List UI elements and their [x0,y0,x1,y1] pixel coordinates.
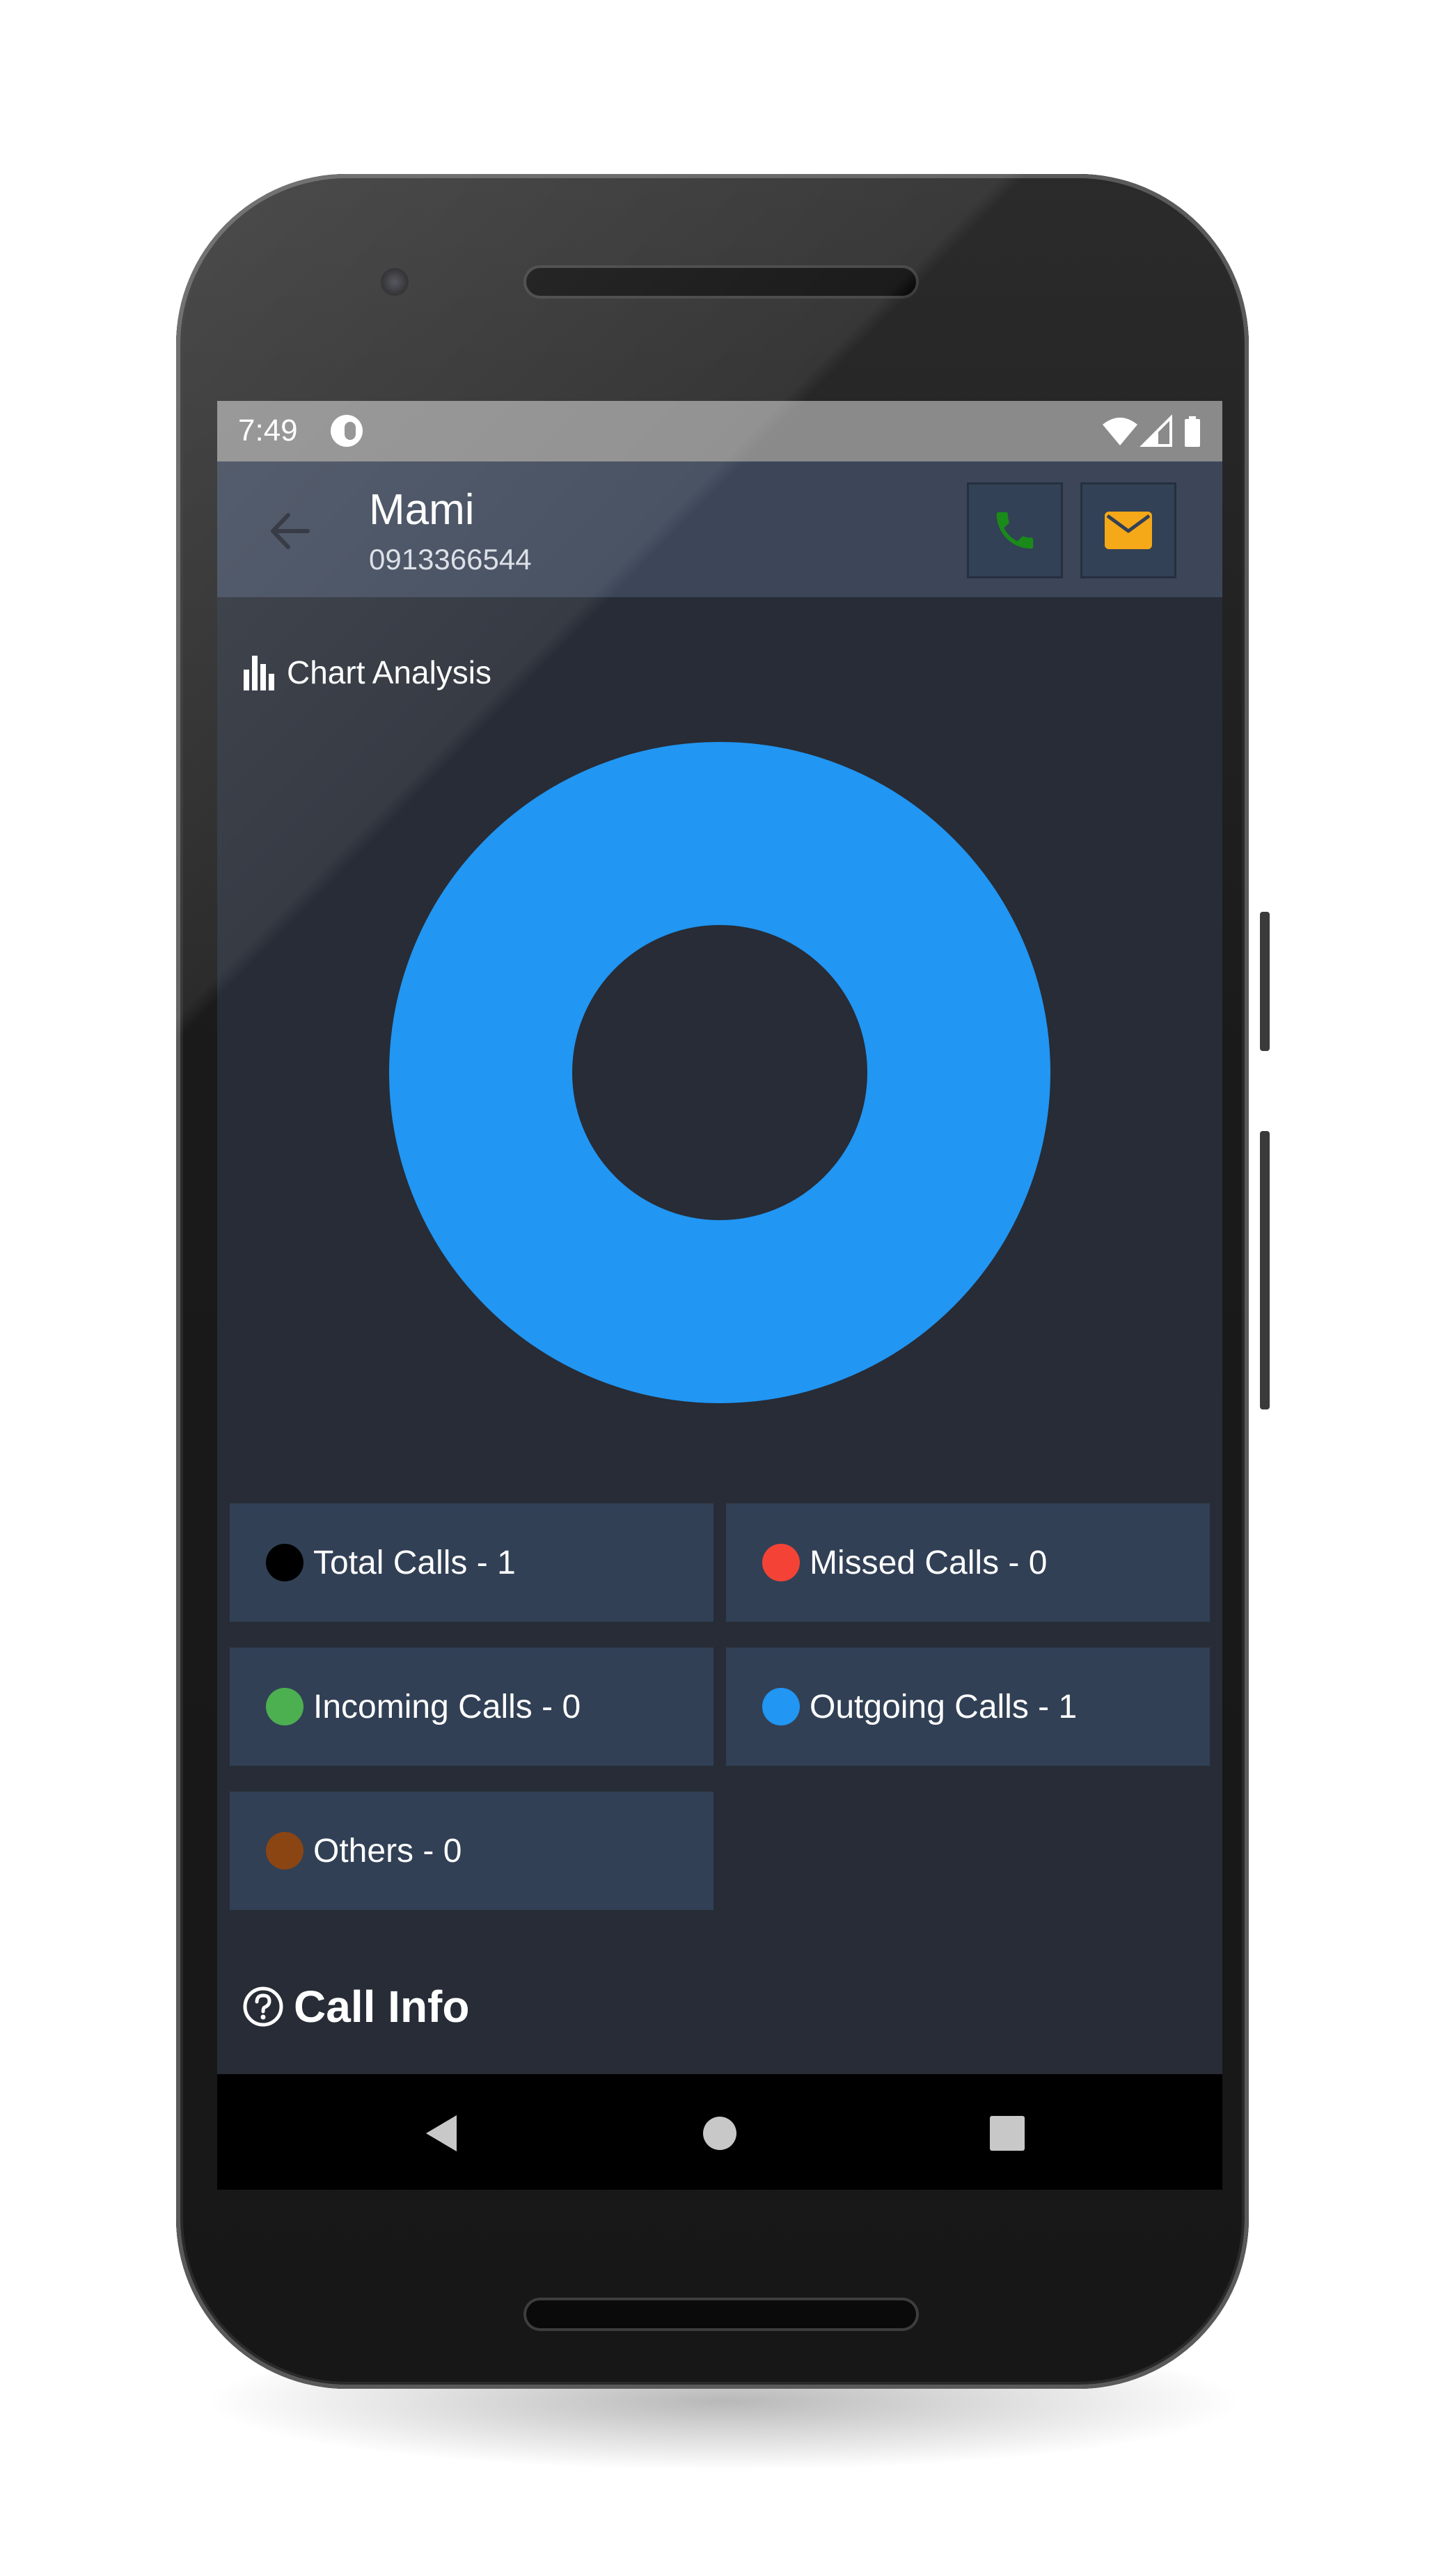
back-button[interactable] [259,500,322,562]
help-circle-icon [243,1986,283,2027]
legend-dot-incoming [266,1688,303,1725]
message-button[interactable] [1080,482,1176,578]
legend-label-others: Others - 0 [313,1832,462,1870]
home-circle-icon [703,2117,736,2150]
legend-dot-total [266,1544,303,1581]
chart-analysis-title: Chart Analysis [287,654,492,690]
legend-missed-calls: Missed Calls - 0 [726,1503,1210,1622]
contact-name: Mami [369,486,475,534]
top-speaker [526,268,916,296]
app-notification-icon [331,415,363,447]
status-icons [1101,415,1206,448]
volume-button [1260,1131,1270,1409]
chart-analysis-header: Chart Analysis [244,653,491,692]
legend-label-missed: Missed Calls - 0 [810,1544,1048,1581]
legend-dot-others [266,1832,303,1870]
legend-label-total: Total Calls - 1 [313,1544,516,1581]
legend-label-outgoing: Outgoing Calls - 1 [810,1688,1078,1725]
nav-home-button[interactable] [688,2102,751,2165]
nav-back-button[interactable] [410,2102,473,2165]
legend-dot-missed [762,1544,800,1581]
app-screen: 7:49 Mami 0913366544 Chart Analysis Tota… [217,401,1222,2190]
arrow-back-icon [271,513,310,549]
battery-icon [1185,416,1200,447]
call-button[interactable] [967,482,1063,578]
legend-others: Others - 0 [230,1792,713,1910]
legend-incoming-calls: Incoming Calls - 0 [230,1647,713,1766]
system-nav-bar [217,2074,1222,2190]
call-info-header: Call Info [242,1982,470,2032]
legend-dot-outgoing [762,1688,800,1725]
mail-icon [1105,512,1152,549]
call-donut-chart [389,742,1050,1403]
bar-chart-icon [244,656,274,690]
status-time: 7:49 [238,413,298,448]
recents-square-icon [990,2116,1025,2151]
bottom-speaker [526,2300,916,2328]
call-info-title: Call Info [294,1982,470,2032]
contact-number: 0913366544 [369,543,532,576]
app-bar: Mami 0913366544 [217,461,1222,597]
nav-recents-button[interactable] [976,2102,1039,2165]
power-button [1260,912,1270,1051]
status-bar: 7:49 [217,401,1222,461]
wifi-icon [1103,418,1137,445]
donut-slice-outgoing-calls [389,742,1050,1403]
legend-outgoing-calls: Outgoing Calls - 1 [726,1647,1210,1766]
legend-total-calls: Total Calls - 1 [230,1503,713,1622]
front-camera [381,268,409,296]
cell-signal-icon [1140,415,1172,447]
back-triangle-icon [426,2115,457,2151]
legend-label-incoming: Incoming Calls - 0 [313,1688,581,1725]
phone-icon [996,512,1034,549]
